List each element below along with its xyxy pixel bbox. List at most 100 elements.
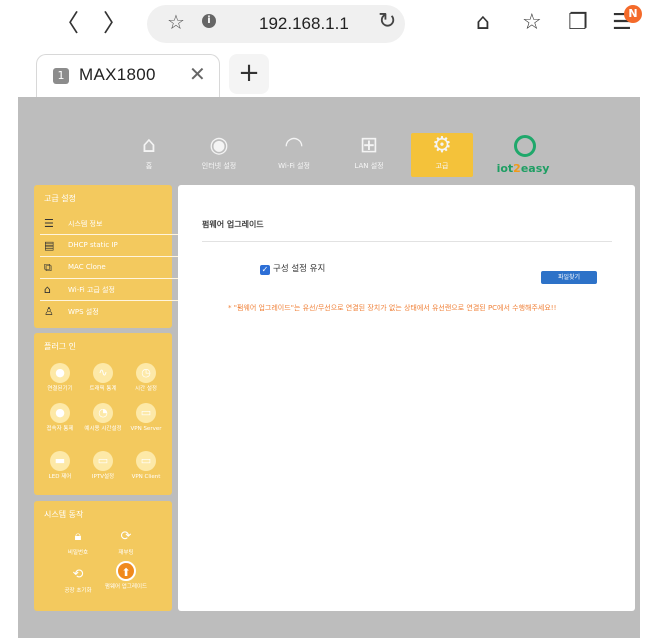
content-panel: 펌웨어 업그레이드 ✓ 구성 설정 유지 파일찾기 * "펌웨어 업그레이드"는 … <box>178 185 635 611</box>
system-firmware-upgrade[interactable]: ⬆ 펌웨어 업그레이드 <box>104 561 148 591</box>
sidebar-item-dhcp[interactable]: ▤ DHCP static IP <box>40 235 180 257</box>
vpn-client-icon: ▭ <box>136 451 156 471</box>
divider <box>202 241 612 242</box>
devices-icon: ● <box>50 363 70 383</box>
sidebar-item-wps[interactable]: ♙ WPS 설정 <box>40 301 180 323</box>
system-label: 비밀번호 <box>67 550 89 556</box>
plugin-label: VPN Client <box>131 474 161 480</box>
tabs-icon[interactable]: ❐ <box>568 10 588 35</box>
tab-strip: 1 MAX1800 ✕ + <box>0 50 658 97</box>
system-label: 공장 초기화 <box>64 588 92 594</box>
keep-settings-checkbox-row[interactable]: ✓ 구성 설정 유지 <box>260 262 325 275</box>
new-tab-button[interactable]: + <box>229 54 269 94</box>
plugin-vpn-client[interactable]: ▭ VPN Client <box>124 451 168 481</box>
lock-icon: 🔒︎ <box>74 529 82 544</box>
plugin-label: 예시용 시간설정 <box>84 426 122 432</box>
wifi-advanced-icon: ⌂ <box>44 283 51 296</box>
system-password[interactable]: 🔒︎ 비밀번호 <box>56 527 100 557</box>
browse-file-button[interactable]: 파일찾기 <box>541 271 597 284</box>
plugin-traffic-stats[interactable]: ∿ 트래픽 통계 <box>81 363 125 393</box>
system-reboot[interactable]: ⟳ 재부팅 <box>104 527 148 557</box>
plugin-vpn-server[interactable]: ▭ VPN Server <box>124 403 168 433</box>
plugin-label: 접속자 통제 <box>46 426 74 432</box>
logo-ring-icon <box>514 135 536 157</box>
main-nav: ⌂ 홈 ◉ 인터넷 설정 ◠ Wi-Fi 설정 ⊞ LAN 설정 ⚙ 고급 io… <box>18 133 640 181</box>
page-title: 펌웨어 업그레이드 <box>202 220 264 229</box>
nav-wifi[interactable]: ◠ Wi-Fi 설정 <box>263 133 325 177</box>
system-factory-reset[interactable]: ⟲ 공장 초기화 <box>56 565 100 595</box>
plugin-label: 트래픽 통계 <box>89 386 117 392</box>
dhcp-icon: ▤ <box>44 239 55 252</box>
logo-text: iot2easy <box>496 162 550 175</box>
plugin-label: IPTV설정 <box>91 474 115 480</box>
router-admin-page: ⌂ 홈 ◉ 인터넷 설정 ◠ Wi-Fi 설정 ⊞ LAN 설정 ⚙ 고급 io… <box>18 97 640 638</box>
reload-icon[interactable]: ↻ <box>378 9 396 34</box>
plugin-iptv[interactable]: ▭ IPTV설정 <box>81 451 125 481</box>
nav-label: 홈 <box>145 162 153 170</box>
sidebar-item-label: 시스템 정보 <box>68 220 103 228</box>
url-text[interactable]: 192.168.1.1 <box>259 14 349 34</box>
nav-label: LAN 설정 <box>354 162 384 170</box>
clock-icon: ◷ <box>136 363 156 383</box>
tab-favicon: 1 <box>53 68 69 84</box>
plugin-access-control[interactable]: ● 접속자 통제 <box>38 403 82 433</box>
plugin-label: 연결된기기 <box>47 386 73 392</box>
plugin-label: 시간 설정 <box>135 386 157 392</box>
favorites-icon[interactable]: ☆ <box>522 10 542 35</box>
upgrade-notice: * "펌웨어 업그레이드"는 유선/무선으로 연결된 장치가 없는 상태에서 유… <box>228 304 557 312</box>
forward-button[interactable]: 〉 <box>100 8 130 38</box>
notification-badge[interactable]: N <box>624 5 642 23</box>
nav-label: Wi-Fi 설정 <box>278 162 310 170</box>
sidebar-item-mac-clone[interactable]: ⧉ MAC Clone <box>40 257 180 279</box>
reboot-icon: ⟳ <box>120 529 132 544</box>
plugin-schedule[interactable]: ◔ 예시용 시간설정 <box>81 403 125 433</box>
gear-icon: ⚙ <box>432 133 452 158</box>
sidebar-item-wifi-advanced[interactable]: ⌂ Wi-Fi 고급 설정 <box>40 279 180 301</box>
sidebar-system-panel: 시스템 동작 🔒︎ 비밀번호 ⟳ 재부팅 ⟲ 공장 초기화 ⬆ 펌웨어 업그레이… <box>34 501 172 611</box>
system-label: 재부팅 <box>118 550 134 556</box>
plugin-connected-devices[interactable]: ● 연결된기기 <box>38 363 82 393</box>
nav-internet[interactable]: ◉ 인터넷 설정 <box>188 133 250 177</box>
info-icon[interactable]: i <box>202 14 216 28</box>
browser-toolbar: 〈 〉 ☆ i 192.168.1.1 ↻ ⌂ ☆ ❐ ☰ N <box>0 0 658 50</box>
wifi-icon: ◠ <box>284 133 304 158</box>
keep-settings-checkbox[interactable]: ✓ <box>260 265 270 275</box>
sidebar-item-label: WPS 설정 <box>68 308 99 316</box>
nav-lan[interactable]: ⊞ LAN 설정 <box>338 133 400 177</box>
reset-icon: ⟲ <box>72 567 84 582</box>
system-label: 펌웨어 업그레이드 <box>104 584 148 590</box>
schedule-icon: ◔ <box>93 403 113 423</box>
nav-label: 고급 <box>435 162 449 170</box>
network-icon: ⊞ <box>359 133 379 158</box>
led-icon: ▬ <box>50 451 70 471</box>
sidebar-plugins-panel: 플러그 인 ● 연결된기기 ∿ 트래픽 통계 ◷ 시간 설정 ● 접속자 통제 … <box>34 333 172 495</box>
sidebar-item-label: Wi-Fi 고급 설정 <box>68 286 115 294</box>
nav-label: 인터넷 설정 <box>201 162 237 170</box>
home-icon: ⌂ <box>142 133 156 158</box>
globe-icon: ◉ <box>209 133 229 158</box>
nav-advanced[interactable]: ⚙ 고급 <box>411 133 473 177</box>
plugin-time-settings[interactable]: ◷ 시간 설정 <box>124 363 168 393</box>
traffic-icon: ∿ <box>93 363 113 383</box>
list-icon: ☰ <box>44 217 54 230</box>
vpn-server-icon: ▭ <box>136 403 156 423</box>
nav-home[interactable]: ⌂ 홈 <box>118 133 180 177</box>
back-button[interactable]: 〈 <box>52 8 82 38</box>
address-bar[interactable]: ☆ i 192.168.1.1 ↻ <box>147 5 405 43</box>
sidebar-item-label: DHCP static IP <box>68 241 118 249</box>
sidebar-item-label: MAC Clone <box>68 263 106 271</box>
sidebar-item-system-info[interactable]: ☰ 시스템 정보 <box>40 213 180 235</box>
close-icon[interactable]: ✕ <box>189 62 206 86</box>
sidebar-heading: 플러그 인 <box>44 342 76 351</box>
plugin-label: LED 제어 <box>48 474 72 480</box>
iot2easy-logo[interactable]: iot2easy <box>483 135 563 175</box>
iptv-icon: ▭ <box>93 451 113 471</box>
sidebar-advanced-panel: 고급 설정 ☰ 시스템 정보 ▤ DHCP static IP ⧉ MAC Cl… <box>34 185 186 328</box>
checkbox-label: 구성 설정 유지 <box>273 264 326 274</box>
plugin-led-control[interactable]: ▬ LED 제어 <box>38 451 82 481</box>
home-icon[interactable]: ⌂ <box>476 10 490 35</box>
firmware-upgrade-icon: ⬆ <box>116 561 136 581</box>
browser-tab[interactable]: 1 MAX1800 ✕ <box>36 54 220 97</box>
bookmark-star-icon[interactable]: ☆ <box>167 10 185 34</box>
plugin-label: VPN Server <box>130 426 162 432</box>
